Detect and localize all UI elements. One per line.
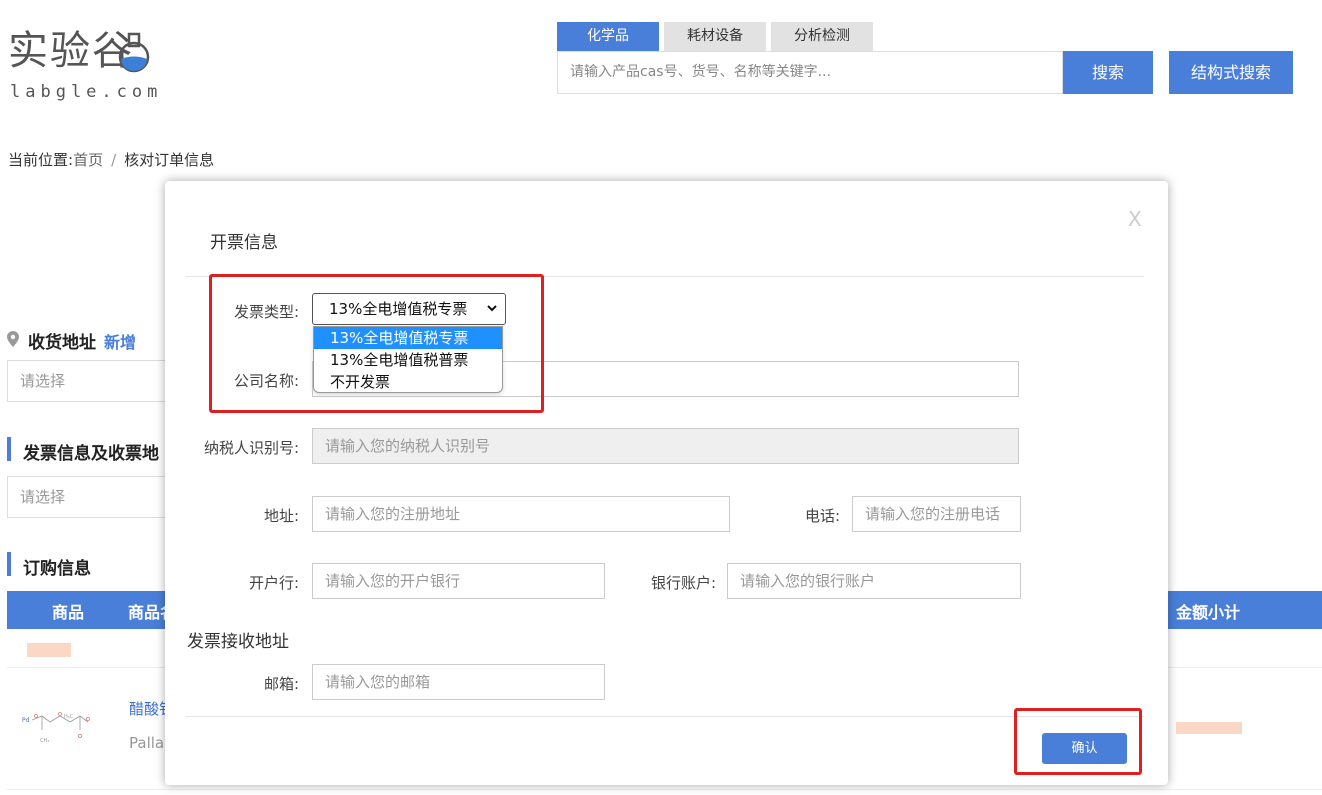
bank-label: 开户行: <box>248 574 299 592</box>
svg-text:O: O <box>86 717 90 723</box>
breadcrumb-home-link[interactable]: 首页 <box>73 151 103 169</box>
invoice-section-title: 发票信息及收票地 <box>23 444 159 464</box>
search-category-tabs: 化学品 耗材设备 分析检测 <box>557 22 873 51</box>
breadcrumb: 当前位置:首页 / 核对订单信息 <box>8 149 214 170</box>
address-label: 地址: <box>263 507 299 525</box>
svg-text:O: O <box>58 712 62 718</box>
email-label: 邮箱: <box>263 675 299 693</box>
section-accent-bar <box>7 552 11 576</box>
modal-title: 开票信息 <box>210 233 278 253</box>
tab-analysis[interactable]: 分析检测 <box>771 22 873 51</box>
address-input[interactable]: 请输入您的注册地址 <box>312 496 730 532</box>
product-english-name: Palla <box>129 734 165 752</box>
header-subtotal: 金额小计 <box>1176 603 1241 622</box>
redacted-price <box>1176 722 1242 734</box>
section-accent-bar <box>7 437 11 461</box>
bank-account-label: 银行账户: <box>650 574 716 592</box>
shipping-address-select[interactable]: 请选择 <box>7 360 167 402</box>
breadcrumb-prefix: 当前位置: <box>8 151 74 169</box>
highlight-box-invoice-type <box>209 274 544 413</box>
svg-text:O: O <box>34 714 38 720</box>
location-pin-icon <box>7 331 19 347</box>
add-address-link[interactable]: 新增 <box>104 329 136 353</box>
flask-icon <box>118 32 150 73</box>
breadcrumb-separator: / <box>111 151 117 169</box>
table-row-divider <box>7 789 1322 790</box>
shipping-address-title: 收货地址 <box>28 333 96 353</box>
email-input[interactable]: 请输入您的邮箱 <box>312 664 605 700</box>
close-icon[interactable]: X <box>1128 207 1142 231</box>
tab-consumables[interactable]: 耗材设备 <box>664 22 766 51</box>
molecule-structure-image: Pd O O H₃C O O CH₃ <box>22 712 90 744</box>
phone-label: 电话: <box>804 507 840 525</box>
tab-chemicals[interactable]: 化学品 <box>557 22 659 51</box>
search-button[interactable]: 搜索 <box>1063 51 1153 94</box>
redacted-text <box>27 643 71 657</box>
invoice-info-select[interactable]: 请选择 <box>7 476 167 518</box>
invoice-modal: X 开票信息 发票类型: 13%全电增值税专票 公司名称: 13%全电增值税专票… <box>165 181 1168 785</box>
highlight-box-confirm <box>1014 708 1142 775</box>
divider <box>186 716 1144 717</box>
svg-text:H₃C: H₃C <box>64 714 74 720</box>
logo-english: labgle.com <box>10 82 163 102</box>
phone-input[interactable]: 请输入您的注册电话 <box>852 496 1021 532</box>
breadcrumb-current: 核对订单信息 <box>124 151 215 169</box>
search-input[interactable]: 请输入产品cas号、货号、名称等关键字... <box>557 51 1063 94</box>
taxpayer-id-label: 纳税人识别号: <box>203 439 299 457</box>
invoice-receive-title: 发票接收地址 <box>187 632 289 652</box>
bank-input[interactable]: 请输入您的开户银行 <box>312 563 605 599</box>
order-info-title: 订购信息 <box>23 559 91 579</box>
svg-text:O: O <box>78 734 82 740</box>
svg-text:Pd: Pd <box>22 717 30 724</box>
taxpayer-id-input[interactable]: 请输入您的纳税人识别号 <box>312 428 1019 464</box>
header-product: 商品 <box>52 603 85 622</box>
structure-search-button[interactable]: 结构式搜索 <box>1169 51 1293 94</box>
bank-account-input[interactable]: 请输入您的银行账户 <box>727 563 1021 599</box>
svg-text:CH₃: CH₃ <box>40 738 49 744</box>
